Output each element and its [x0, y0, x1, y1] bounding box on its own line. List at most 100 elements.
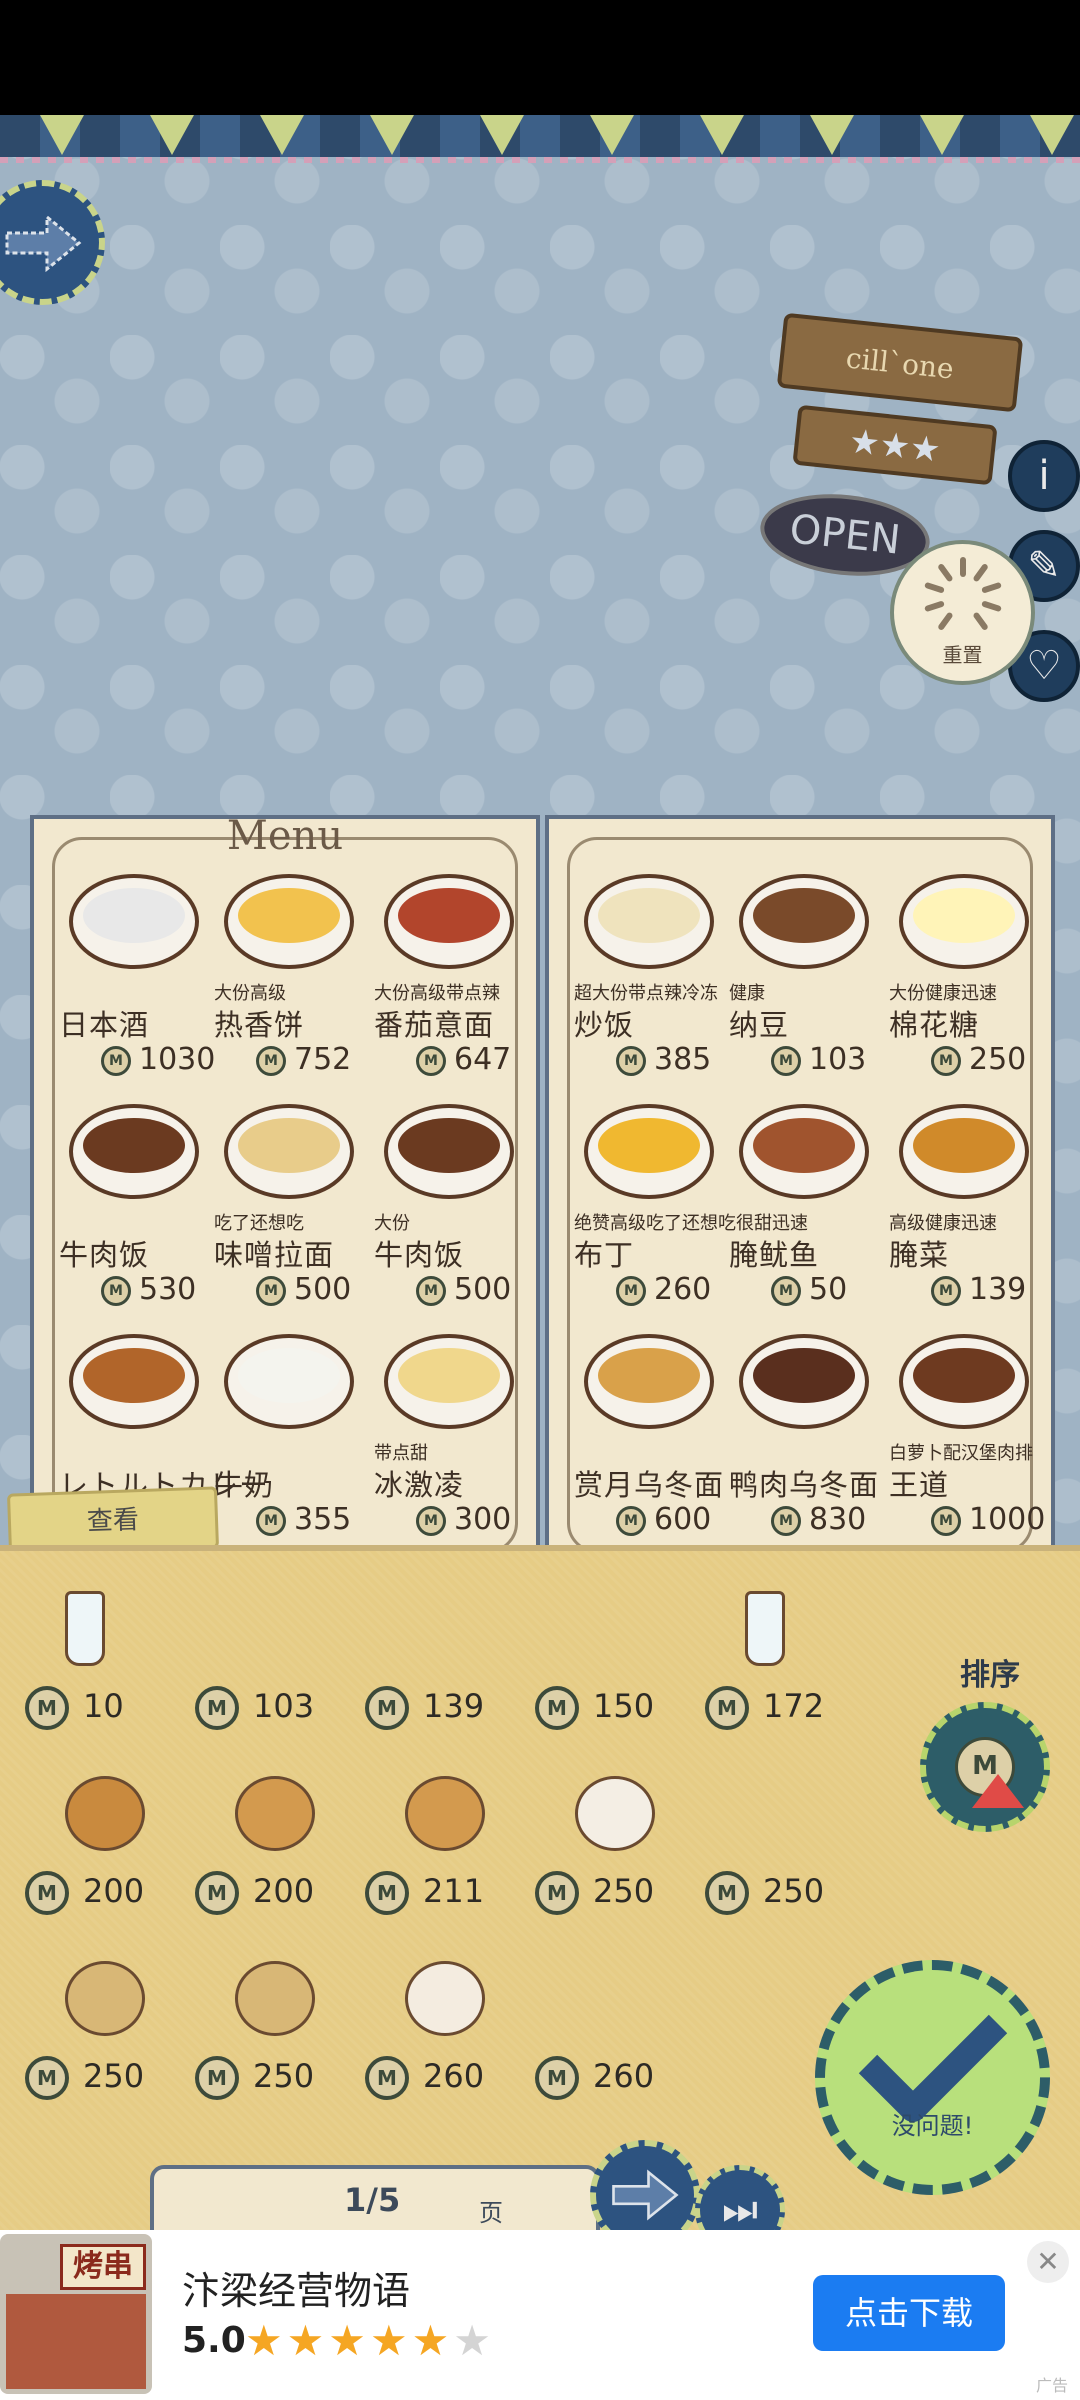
ad-icon-sign: 烤串: [60, 2244, 146, 2290]
tray-item[interactable]: M 260: [535, 1961, 695, 2141]
ad-app-icon[interactable]: 烤串: [0, 2234, 152, 2394]
info-icon[interactable]: i: [1008, 440, 1080, 512]
pagination: 1/5 页: [150, 2165, 600, 2235]
ad-app-name[interactable]: 汴梁经营物语: [182, 2260, 410, 2315]
dish-price: M 600: [616, 1502, 711, 1537]
coin-icon: M: [195, 2056, 239, 2100]
dish-price: M 500: [416, 1272, 511, 1307]
dish-image: [739, 1334, 869, 1429]
tray-item[interactable]: M 200: [195, 1776, 355, 1956]
tray-item[interactable]: M 250: [705, 1776, 865, 1956]
coin-icon: M: [101, 1045, 131, 1076]
dish-image: [384, 1104, 514, 1199]
sort-button[interactable]: 排序 M: [920, 1650, 1060, 1840]
tray-item[interactable]: M 250: [195, 1961, 355, 2141]
arrow-right-icon: [612, 2169, 679, 2221]
dish-price: M 1030: [101, 1042, 215, 1077]
dish-price: M 103: [771, 1042, 866, 1077]
tray-item[interactable]: M 103: [195, 1591, 355, 1771]
tray-item[interactable]: M 172: [705, 1591, 865, 1771]
dish-image: [384, 1334, 514, 1429]
dish-name: 牛肉饭: [374, 1238, 465, 1272]
item-price: M 260: [365, 2056, 484, 2100]
soup-icon: [65, 1961, 145, 2036]
dish-price: M 260: [616, 1272, 711, 1307]
back-button[interactable]: [0, 180, 105, 305]
none-icon: [405, 1591, 485, 1666]
coin-icon: M: [771, 1505, 801, 1536]
arrow-up-icon: [972, 1774, 1024, 1808]
shop-name-board: cill`one: [776, 312, 1024, 413]
dish-name: 赏月乌冬面: [574, 1468, 725, 1502]
tea-icon: [405, 1961, 485, 2036]
item-price: M 250: [25, 2056, 144, 2100]
close-ad-button[interactable]: ✕: [1027, 2241, 1069, 2283]
coin-icon: M: [101, 1275, 131, 1306]
dish-price: M 647: [416, 1042, 511, 1077]
glass-icon: [65, 1591, 105, 1666]
none-icon: [235, 1591, 315, 1666]
tray-item[interactable]: M 200: [25, 1776, 185, 1956]
item-price: M 10: [25, 1686, 124, 1730]
tray-item[interactable]: M 139: [365, 1591, 525, 1771]
coin-icon: M: [195, 1686, 239, 1730]
tray-item[interactable]: M 10: [25, 1591, 185, 1771]
coin-icon: M: [931, 1505, 961, 1536]
dish-price: M 500: [256, 1272, 351, 1307]
coin-icon: M: [705, 1871, 749, 1915]
menu-page-right: 超大份带点辣冷冻 炒饭 M 385 健康 纳豆 M 103 大份健康迅速 棉花糖 M 250 绝赞高级吃…: [545, 815, 1055, 1575]
item-price: M 200: [195, 1871, 314, 1915]
coin-icon: M: [25, 1871, 69, 1915]
coin-icon: M: [931, 1045, 961, 1076]
coin-icon: M: [616, 1045, 646, 1076]
bread-icon: [65, 1776, 145, 1851]
star-empty-icon: ★: [453, 2316, 495, 2365]
dish-price: M 300: [416, 1502, 511, 1537]
item-price: M 103: [195, 1686, 314, 1730]
dish-name: 冰激凌: [374, 1468, 465, 1502]
coin-icon: M: [416, 1275, 446, 1306]
status-bar: [0, 0, 1080, 115]
download-button[interactable]: 点击下载: [813, 2275, 1005, 2351]
coin-icon: M: [705, 1686, 749, 1730]
coin-icon: M: [616, 1275, 646, 1306]
ad-stars: ★★★★★★: [245, 2316, 495, 2365]
reset-button[interactable]: 重置: [890, 540, 1035, 685]
loading-icon: [923, 557, 1003, 637]
tray-item[interactable]: M 250: [25, 1961, 185, 2141]
dish-price: M 250: [931, 1042, 1026, 1077]
dish-price: M 50: [771, 1272, 847, 1307]
coin-icon: M: [535, 1686, 579, 1730]
shop-sign: cill`one ★★★ OPEN: [750, 185, 1050, 605]
coin-icon: M: [25, 2056, 69, 2100]
item-price: M 260: [535, 2056, 654, 2100]
tray-item[interactable]: M 250: [535, 1776, 695, 1956]
coin-icon: M: [416, 1045, 446, 1076]
menu-page-left: Menu 日本酒 M 1030 大份高级 热香饼 M 752 大份高级带点辣 番茄意面 M 647 牛…: [30, 813, 540, 1575]
confirm-button[interactable]: 没问题!: [815, 1960, 1050, 2195]
ad-banner[interactable]: 烤串 汴梁经营物语 5.0 ★★★★★★ 点击下载 ✕ 广告: [0, 2230, 1080, 2400]
coin-icon: M: [416, 1505, 446, 1536]
tray-item[interactable]: M 150: [535, 1591, 695, 1771]
arrow-right-icon: [5, 213, 81, 272]
dish-name: 鸭肉乌冬面: [729, 1468, 880, 1502]
dish-name: 味噌拉面: [214, 1238, 335, 1272]
dish-image: [739, 874, 869, 969]
dish-name: 热香饼: [214, 1008, 305, 1042]
coin-icon: M: [365, 1686, 409, 1730]
coin-icon: M: [25, 1686, 69, 1730]
coin-icon: M: [771, 1045, 801, 1076]
coin-icon: M: [931, 1275, 961, 1306]
dish-name: 牛肉饭: [59, 1238, 150, 1272]
item-price: M 211: [365, 1871, 484, 1915]
dish-image: [899, 1334, 1029, 1429]
dish-price: M 752: [256, 1042, 351, 1077]
item-price: M 200: [25, 1871, 144, 1915]
dish-image: [584, 1334, 714, 1429]
dish-image: [899, 1104, 1029, 1199]
dish-price: M 1000: [931, 1502, 1045, 1537]
sort-label: 排序: [960, 1658, 1020, 1693]
tray-item[interactable]: M 211: [365, 1776, 525, 1956]
coin-icon: M: [616, 1505, 646, 1536]
tray-item[interactable]: M 260: [365, 1961, 525, 2141]
